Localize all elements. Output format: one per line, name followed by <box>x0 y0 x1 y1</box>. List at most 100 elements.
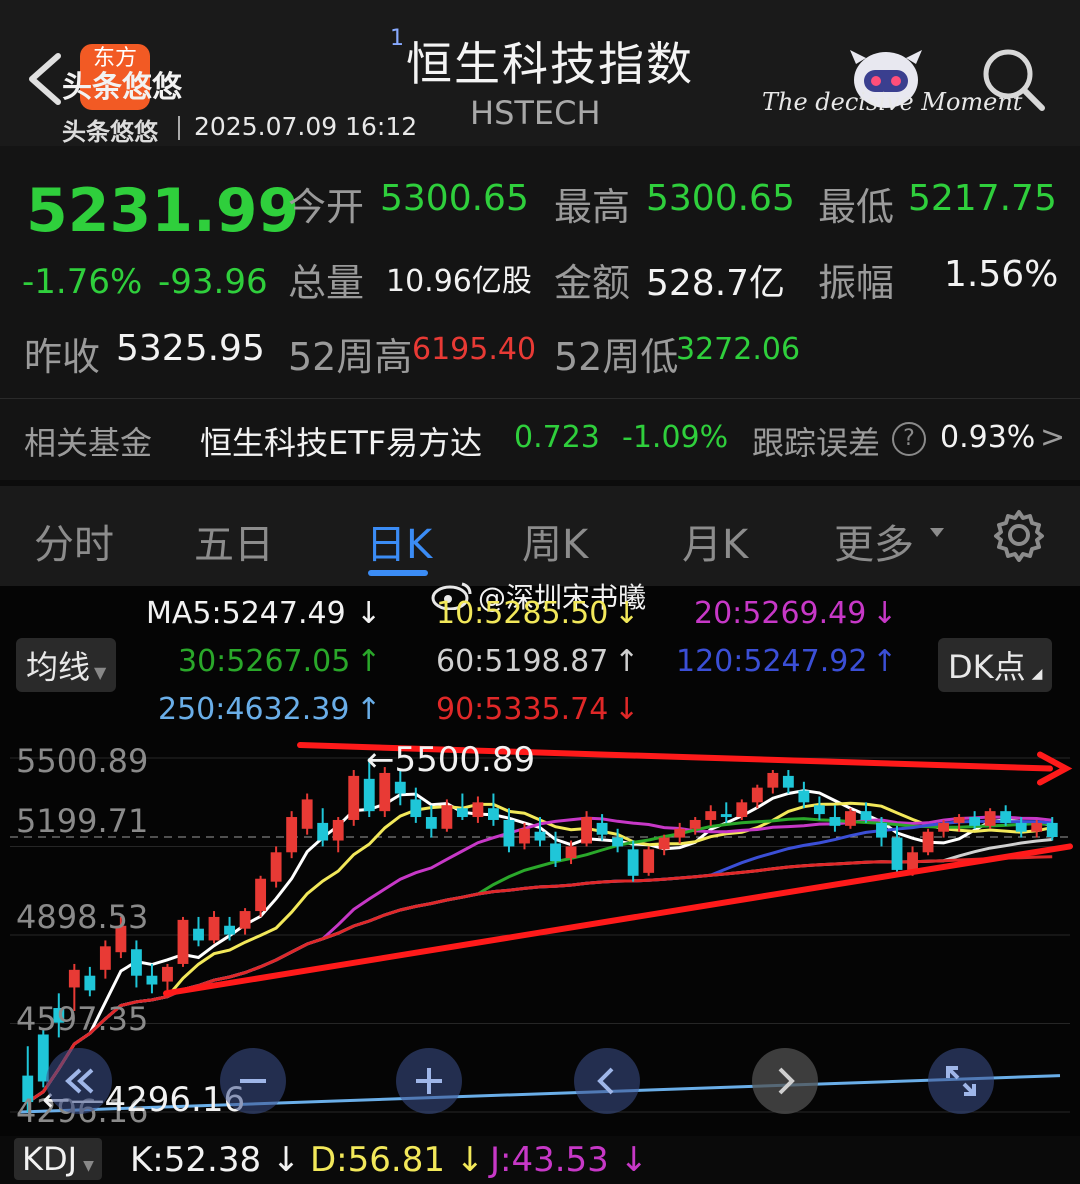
ma20-label: 20:5269.49 <box>694 596 867 631</box>
candle-body <box>627 849 639 876</box>
ma10-arrow: ↓ <box>614 596 640 631</box>
ma250-label: 250:4632.39 <box>158 692 350 727</box>
page-title: 恒生科技指数 <box>406 37 694 91</box>
kdj-k: K:52.38 ↓ <box>130 1140 300 1180</box>
kdj-selector-button[interactable]: KDJ ▼ <box>14 1138 102 1180</box>
gear-icon[interactable] <box>992 508 1046 562</box>
change-percent: -1.76% <box>22 262 143 302</box>
ma-selector-button[interactable]: 均线 ▼ <box>16 638 117 692</box>
double-chevron-left-icon <box>65 1068 94 1094</box>
rewind-button[interactable] <box>46 1048 112 1114</box>
dk-point-label: DK点 <box>948 648 1026 686</box>
y-axis-label-2: 5199.71 <box>16 802 149 840</box>
candle-body <box>286 817 298 853</box>
candle-body <box>984 811 996 826</box>
tab-daily-k[interactable]: 日K <box>366 512 432 570</box>
candle-body <box>472 802 484 818</box>
ma60-label: 60:5198.87 <box>436 644 609 679</box>
candle-body <box>1046 822 1058 838</box>
open-label: 今开 <box>288 185 365 229</box>
candlestick-chart[interactable] <box>0 736 1080 1136</box>
ma10-label: 10:5285.50 <box>436 596 609 631</box>
candle-body <box>643 849 655 873</box>
candle-body <box>177 919 189 964</box>
candle-body <box>146 975 158 985</box>
candle-body <box>270 852 282 882</box>
fund-change: -1.09% <box>622 420 729 455</box>
tab-weekly-k[interactable]: 周K <box>522 512 588 570</box>
candle-body <box>720 814 732 818</box>
search-icon[interactable] <box>978 44 1048 114</box>
high-marker-value: 5500.89 <box>394 740 536 780</box>
candle-body <box>394 781 406 794</box>
w52-low-value: 3272.06 <box>676 332 801 367</box>
index-code: HSTECH <box>470 94 601 132</box>
candle-body <box>1000 811 1012 823</box>
ma-selector-label: 均线 <box>26 648 91 686</box>
candle-body <box>503 819 515 847</box>
candle-body <box>130 949 142 976</box>
plus-icon <box>416 1068 442 1094</box>
candle-body <box>782 775 794 788</box>
candle-body <box>162 966 173 982</box>
post-datetime: 2025.07.09 16:12 <box>194 112 418 141</box>
kdj-j-value: J:43.53 <box>490 1140 609 1180</box>
low-value: 5217.75 <box>908 178 1057 219</box>
kdj-d: D:56.81 ↓ <box>310 1140 484 1180</box>
candle-body <box>363 778 375 812</box>
tab-five-day[interactable]: 五日 <box>194 512 274 570</box>
w52-high-label: 52周高 <box>288 335 413 379</box>
tab-monthly-k[interactable]: 月K <box>682 512 748 570</box>
chevron-right-icon[interactable]: > <box>1040 420 1065 455</box>
candle-body <box>84 975 96 991</box>
candle-body <box>736 802 748 818</box>
chevron-left-icon <box>597 1067 614 1095</box>
open-value: 5300.65 <box>380 178 529 219</box>
ma120-arrow: ↑ <box>872 644 898 679</box>
candle-body <box>658 837 670 850</box>
tab-more[interactable]: 更多 <box>834 512 914 570</box>
kdj-d-value: D:56.81 <box>310 1140 445 1180</box>
y-axis-label-4: 4597.35 <box>16 1000 149 1038</box>
header-bar: 东方 头条悠悠 头条悠悠 2025.07.09 16:12 1 恒生科技指数 H… <box>0 0 1080 146</box>
author-name[interactable]: 头条悠悠 <box>62 62 182 106</box>
kdj-selector-label: KDJ <box>22 1140 78 1178</box>
caret-icon: ▼ <box>83 1158 94 1174</box>
candle-body <box>581 817 592 844</box>
prev-button[interactable] <box>574 1048 640 1114</box>
candle-body <box>68 969 80 988</box>
amount-label: 金额 <box>554 261 631 305</box>
y-axis-label-top: 5500.89 <box>16 742 149 780</box>
fund-price: 0.723 <box>514 420 600 455</box>
amplitude-label: 振幅 <box>818 261 895 305</box>
help-icon[interactable]: ? <box>892 422 926 456</box>
candle-body <box>922 831 934 853</box>
author-sub: 头条悠悠 <box>62 118 158 146</box>
candle-body <box>674 828 686 838</box>
ma250-arrow: ↑ <box>356 692 382 727</box>
high-marker: ←5500.89 <box>366 740 535 780</box>
candle-body <box>301 799 313 829</box>
ma90-arrow: ↓ <box>614 692 640 727</box>
dk-point-button[interactable]: DK点 ◢ <box>938 638 1053 692</box>
header-separator <box>178 116 180 140</box>
zoom-out-button[interactable] <box>220 1048 286 1114</box>
fullscreen-button[interactable] <box>928 1048 994 1114</box>
kdj-k-value: K:52.38 <box>130 1140 262 1180</box>
kdj-j-arrow: ↓ <box>619 1140 649 1180</box>
amplitude-value: 1.56% <box>944 254 1059 295</box>
candle-body <box>767 772 779 788</box>
w52-high-value: 6195.40 <box>412 332 537 367</box>
zoom-in-button[interactable] <box>396 1048 462 1114</box>
tab-intraday[interactable]: 分时 <box>34 512 114 570</box>
candle-body <box>317 822 329 841</box>
next-button[interactable] <box>752 1048 818 1114</box>
fund-name[interactable]: 恒生科技ETF易方达 <box>200 418 482 464</box>
candle-body <box>612 837 624 847</box>
high-value: 5300.65 <box>646 178 795 219</box>
tracking-error-value: 0.93% <box>940 420 1036 455</box>
caret-icon: ▼ <box>94 663 107 682</box>
corner-caret-icon: ◢ <box>1031 666 1043 682</box>
candle-body <box>829 817 841 826</box>
candle-body <box>953 817 965 823</box>
